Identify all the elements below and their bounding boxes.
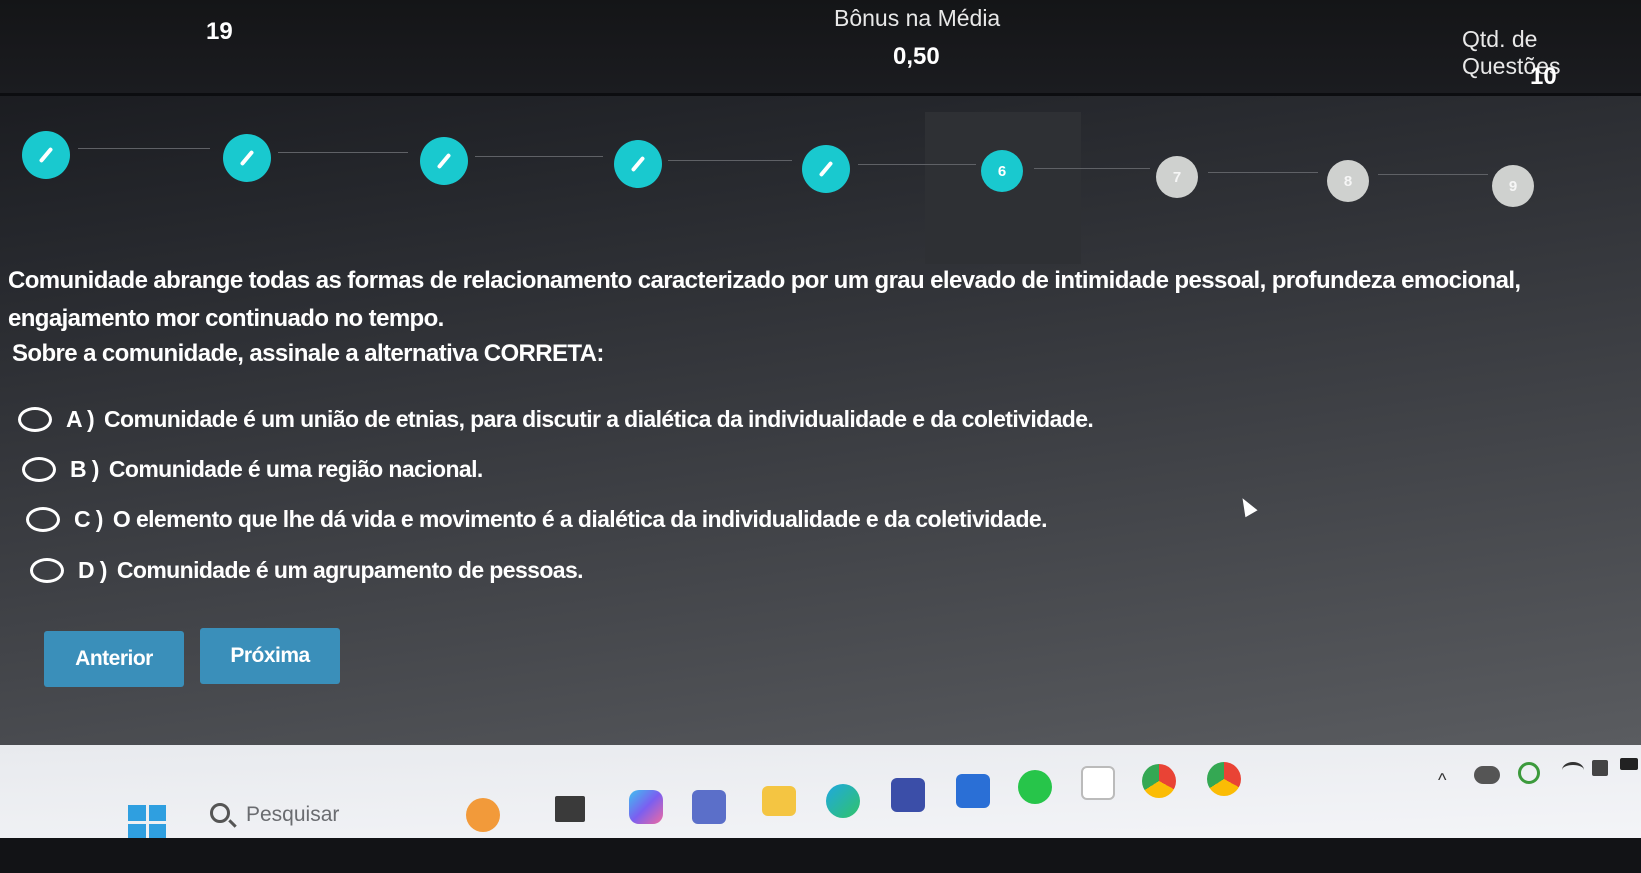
whatsapp-icon[interactable] — [1018, 770, 1052, 804]
speaker-icon[interactable] — [1592, 760, 1608, 776]
weather-icon[interactable] — [466, 798, 500, 832]
sync-icon[interactable] — [1518, 762, 1540, 784]
radio-icon[interactable] — [30, 558, 64, 583]
edge-icon[interactable] — [826, 784, 860, 818]
chrome-profile-icon[interactable] — [1207, 762, 1241, 796]
bonus-label: Bônus na Média — [834, 5, 1001, 31]
radio-icon[interactable] — [22, 457, 56, 482]
radio-icon[interactable] — [26, 507, 60, 532]
step-4[interactable] — [614, 140, 662, 188]
step-9[interactable]: 9 — [1492, 165, 1534, 207]
copilot-icon[interactable] — [629, 790, 663, 824]
option-text: Comunidade é um união de etnias, para di… — [104, 406, 1094, 432]
taskbar-search-input[interactable]: Pesquisar — [246, 803, 339, 827]
question-prompt: Sobre a comunidade, assinale a alternati… — [12, 340, 604, 367]
option-letter: D ) — [78, 557, 107, 583]
quiz-header: 19 Bônus na Média 0,50 Qtd. de Questões … — [0, 0, 1641, 96]
windows-logo-pane — [128, 823, 146, 839]
pencil-icon — [630, 155, 646, 173]
pencil-icon — [436, 152, 452, 170]
step-1[interactable] — [22, 131, 70, 179]
option-text: Comunidade é uma região nacional. — [108, 456, 483, 482]
step-connector — [1208, 172, 1318, 173]
step-connector — [1034, 168, 1150, 169]
option-text: Comunidade é um agrupamento de pessoas. — [116, 557, 584, 583]
step-connector — [475, 156, 603, 157]
windows-logo-pane — [148, 823, 166, 839]
option-b[interactable]: B ) Comunidade é uma região nacional. — [22, 456, 483, 483]
step-connector — [78, 148, 210, 149]
qtd-questoes-value: 10 — [1530, 63, 1557, 90]
radio-icon[interactable] — [18, 407, 52, 432]
chrome-icon[interactable] — [1142, 764, 1176, 798]
quiz-screen: 19 Bônus na Média 0,50 Qtd. de Questões … — [0, 0, 1641, 745]
option-letter: A ) — [66, 406, 95, 432]
option-text: O elemento que lhe dá vida e movimento é… — [112, 506, 1048, 532]
pencil-icon — [818, 160, 834, 178]
step-connector — [858, 164, 976, 165]
chevron-up-icon[interactable]: ^ — [1438, 770, 1446, 791]
word-icon[interactable] — [1081, 766, 1115, 800]
laptop-bezel — [0, 838, 1641, 873]
step-5[interactable] — [802, 145, 850, 193]
step-2[interactable] — [223, 134, 271, 182]
previous-button[interactable]: Anterior — [44, 631, 184, 687]
header-left-value: 19 — [206, 18, 233, 45]
option-d[interactable]: D ) Comunidade é um agrupamento de pesso… — [30, 557, 584, 584]
store-icon[interactable] — [956, 774, 990, 808]
step-7[interactable]: 7 — [1156, 156, 1198, 198]
question-stepper: 6 7 8 9 — [0, 112, 1641, 264]
bonus-value: 0,50 — [893, 43, 940, 70]
windows-logo-pane — [128, 805, 146, 821]
battery-icon[interactable] — [1620, 758, 1638, 770]
step-3[interactable] — [420, 137, 468, 185]
teams-icon[interactable] — [692, 790, 726, 824]
windows-taskbar — [0, 745, 1641, 845]
next-button[interactable]: Próxima — [200, 628, 340, 684]
step-connector — [668, 160, 792, 161]
option-letter: C ) — [74, 506, 103, 532]
step-6[interactable]: 6 — [981, 150, 1023, 192]
pencil-icon — [38, 146, 54, 164]
task-view-icon[interactable] — [555, 796, 585, 822]
step-connector — [278, 152, 408, 153]
option-letter: B ) — [70, 456, 99, 482]
file-explorer-icon[interactable] — [762, 786, 796, 816]
option-c[interactable]: C ) O elemento que lhe dá vida e movimen… — [26, 506, 1047, 533]
question-text: Comunidade abrange todas as formas de re… — [8, 267, 1521, 332]
onedrive-icon[interactable] — [1474, 766, 1500, 784]
mouse-cursor-icon — [1236, 494, 1258, 518]
windows-logo-pane — [148, 805, 166, 821]
wifi-icon[interactable] — [1562, 762, 1584, 778]
option-a[interactable]: A ) Comunidade é um união de etnias, par… — [18, 406, 1094, 433]
search-icon[interactable] — [210, 803, 230, 823]
step-connector — [1378, 174, 1488, 175]
pencil-icon — [239, 149, 255, 167]
app-icon[interactable] — [891, 778, 925, 812]
windows-start-icon[interactable] — [128, 805, 166, 839]
step-8[interactable]: 8 — [1327, 160, 1369, 202]
